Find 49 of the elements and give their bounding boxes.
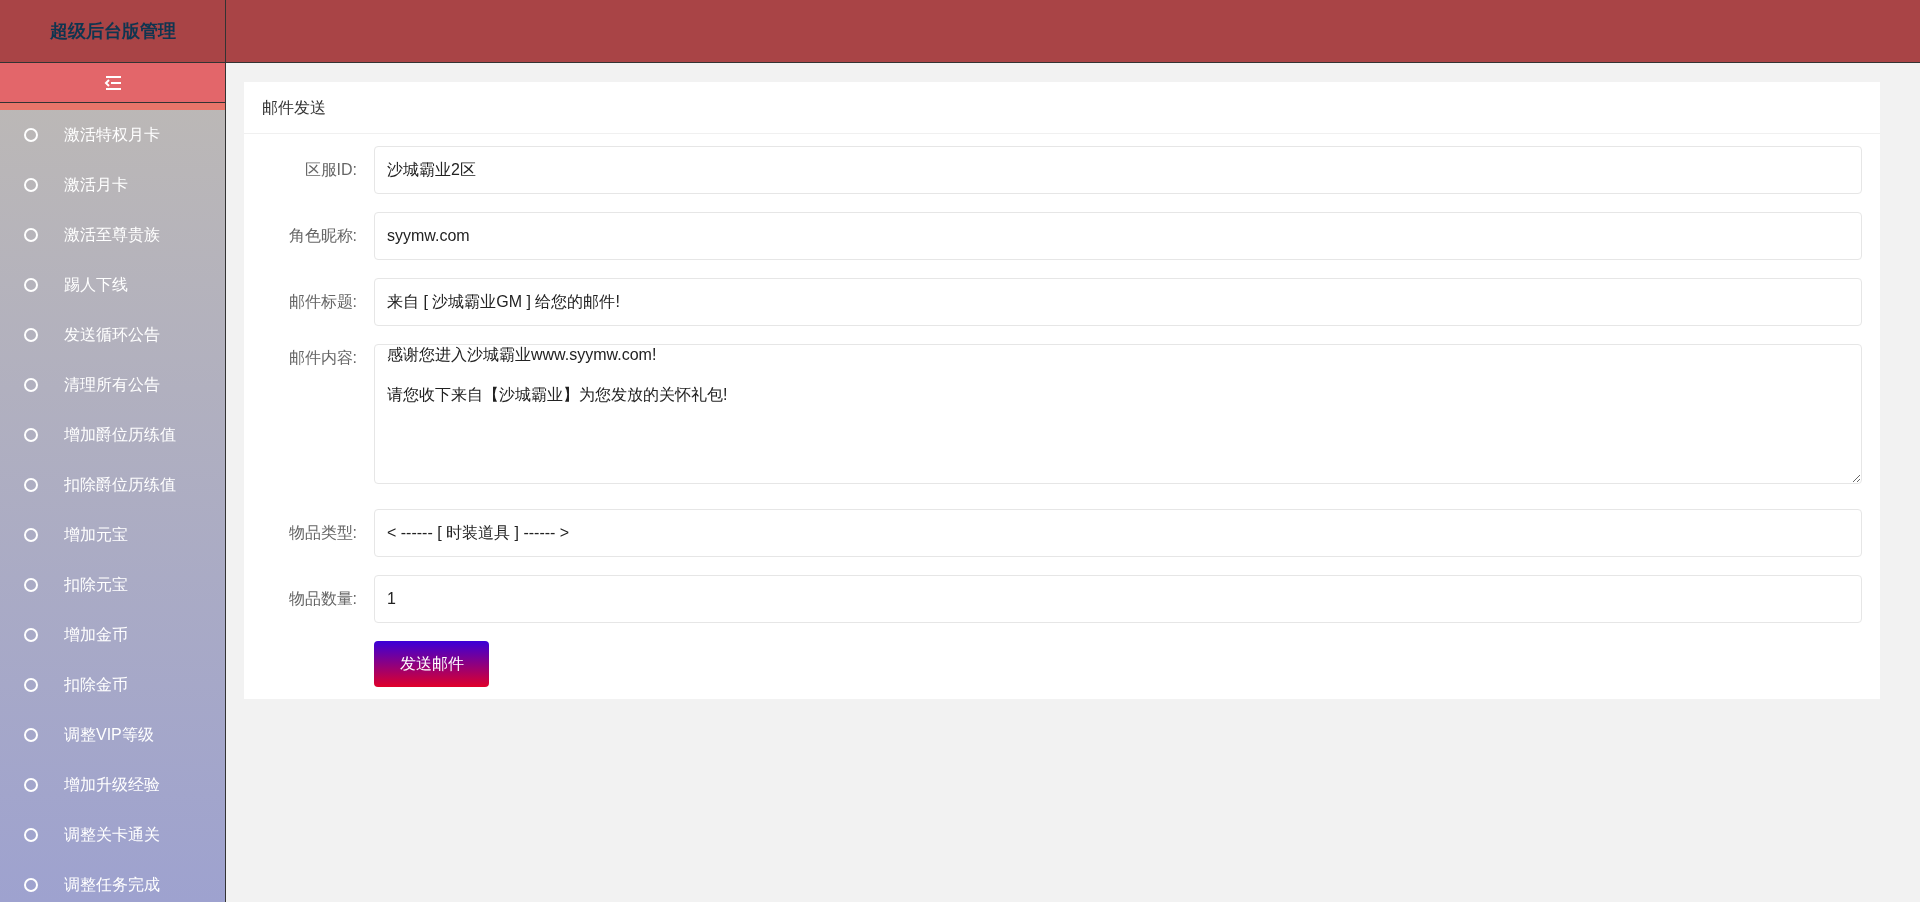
sidebar-item[interactable]: 踢人下线 [0,260,225,310]
radio-icon [24,328,38,342]
field-label: 物品类型: [287,523,358,543]
sidebar-item[interactable]: 激活特权月卡 [0,110,225,160]
collapse-menu-button[interactable] [0,63,225,103]
app-title: 超级后台版管理 [49,19,176,43]
radio-icon [24,428,38,442]
sidebar-item[interactable]: 增加金币 [0,610,225,660]
card-title: 邮件发送 [262,97,326,118]
sidebar-item[interactable]: 增加元宝 [0,510,225,560]
sidebar-item[interactable]: 增加升级经验 [0,760,225,810]
text-input[interactable]: syymw.com [374,212,1862,260]
radio-icon [24,228,38,242]
sidebar-item[interactable]: 扣除金币 [0,660,225,710]
message-textarea[interactable]: 感谢您进入沙城霸业www.syymw.com! 请您收下来自【沙城霸业】为您发放的关怀礼包! [374,344,1862,484]
sidebar-item[interactable]: 扣除爵位历练值 [0,460,225,510]
field-label: 物品数量: [287,589,358,609]
radio-icon [24,778,38,792]
text-input[interactable]: 来自 [ 沙城霸业GM ] 给您的邮件! [374,278,1862,326]
sidebar-item[interactable]: 发送循环公告 [0,310,225,360]
radio-icon [24,878,38,892]
sidebar-item[interactable]: 增加爵位历练值 [0,410,225,460]
sidebar-item[interactable]: 激活至尊贵族 [0,210,225,260]
radio-icon [24,828,38,842]
radio-icon [24,178,38,192]
field-label: 区服ID: [303,160,358,180]
radio-icon [24,528,38,542]
sidebar-item[interactable]: 调整任务完成 [0,860,225,902]
text-input[interactable]: 沙城霸业2区 [374,146,1862,194]
item-type-select[interactable]: < ------ [ 时装道具 ] ------ > [374,509,1862,557]
radio-icon [24,278,38,292]
text-input[interactable]: 1 [374,575,1862,623]
radio-icon [24,378,38,392]
radio-icon [24,478,38,492]
sidebar-item[interactable]: 调整关卡通关 [0,810,225,860]
sidebar-item[interactable]: 调整VIP等级 [0,710,225,760]
sidebar-item[interactable]: 激活月卡 [0,160,225,210]
radio-icon [24,728,38,742]
radio-icon [24,578,38,592]
sidebar-item[interactable]: 扣除元宝 [0,560,225,610]
menu-icon [103,75,122,90]
radio-icon [24,678,38,692]
radio-icon [24,128,38,142]
field-label: 邮件内容: [287,348,358,368]
send-mail-button[interactable]: 发送邮件 [374,641,489,687]
sidebar-item[interactable]: 清理所有公告 [0,360,225,410]
radio-icon [24,628,38,642]
field-label: 角色昵称: [287,226,358,246]
field-label: 邮件标题: [287,292,358,312]
